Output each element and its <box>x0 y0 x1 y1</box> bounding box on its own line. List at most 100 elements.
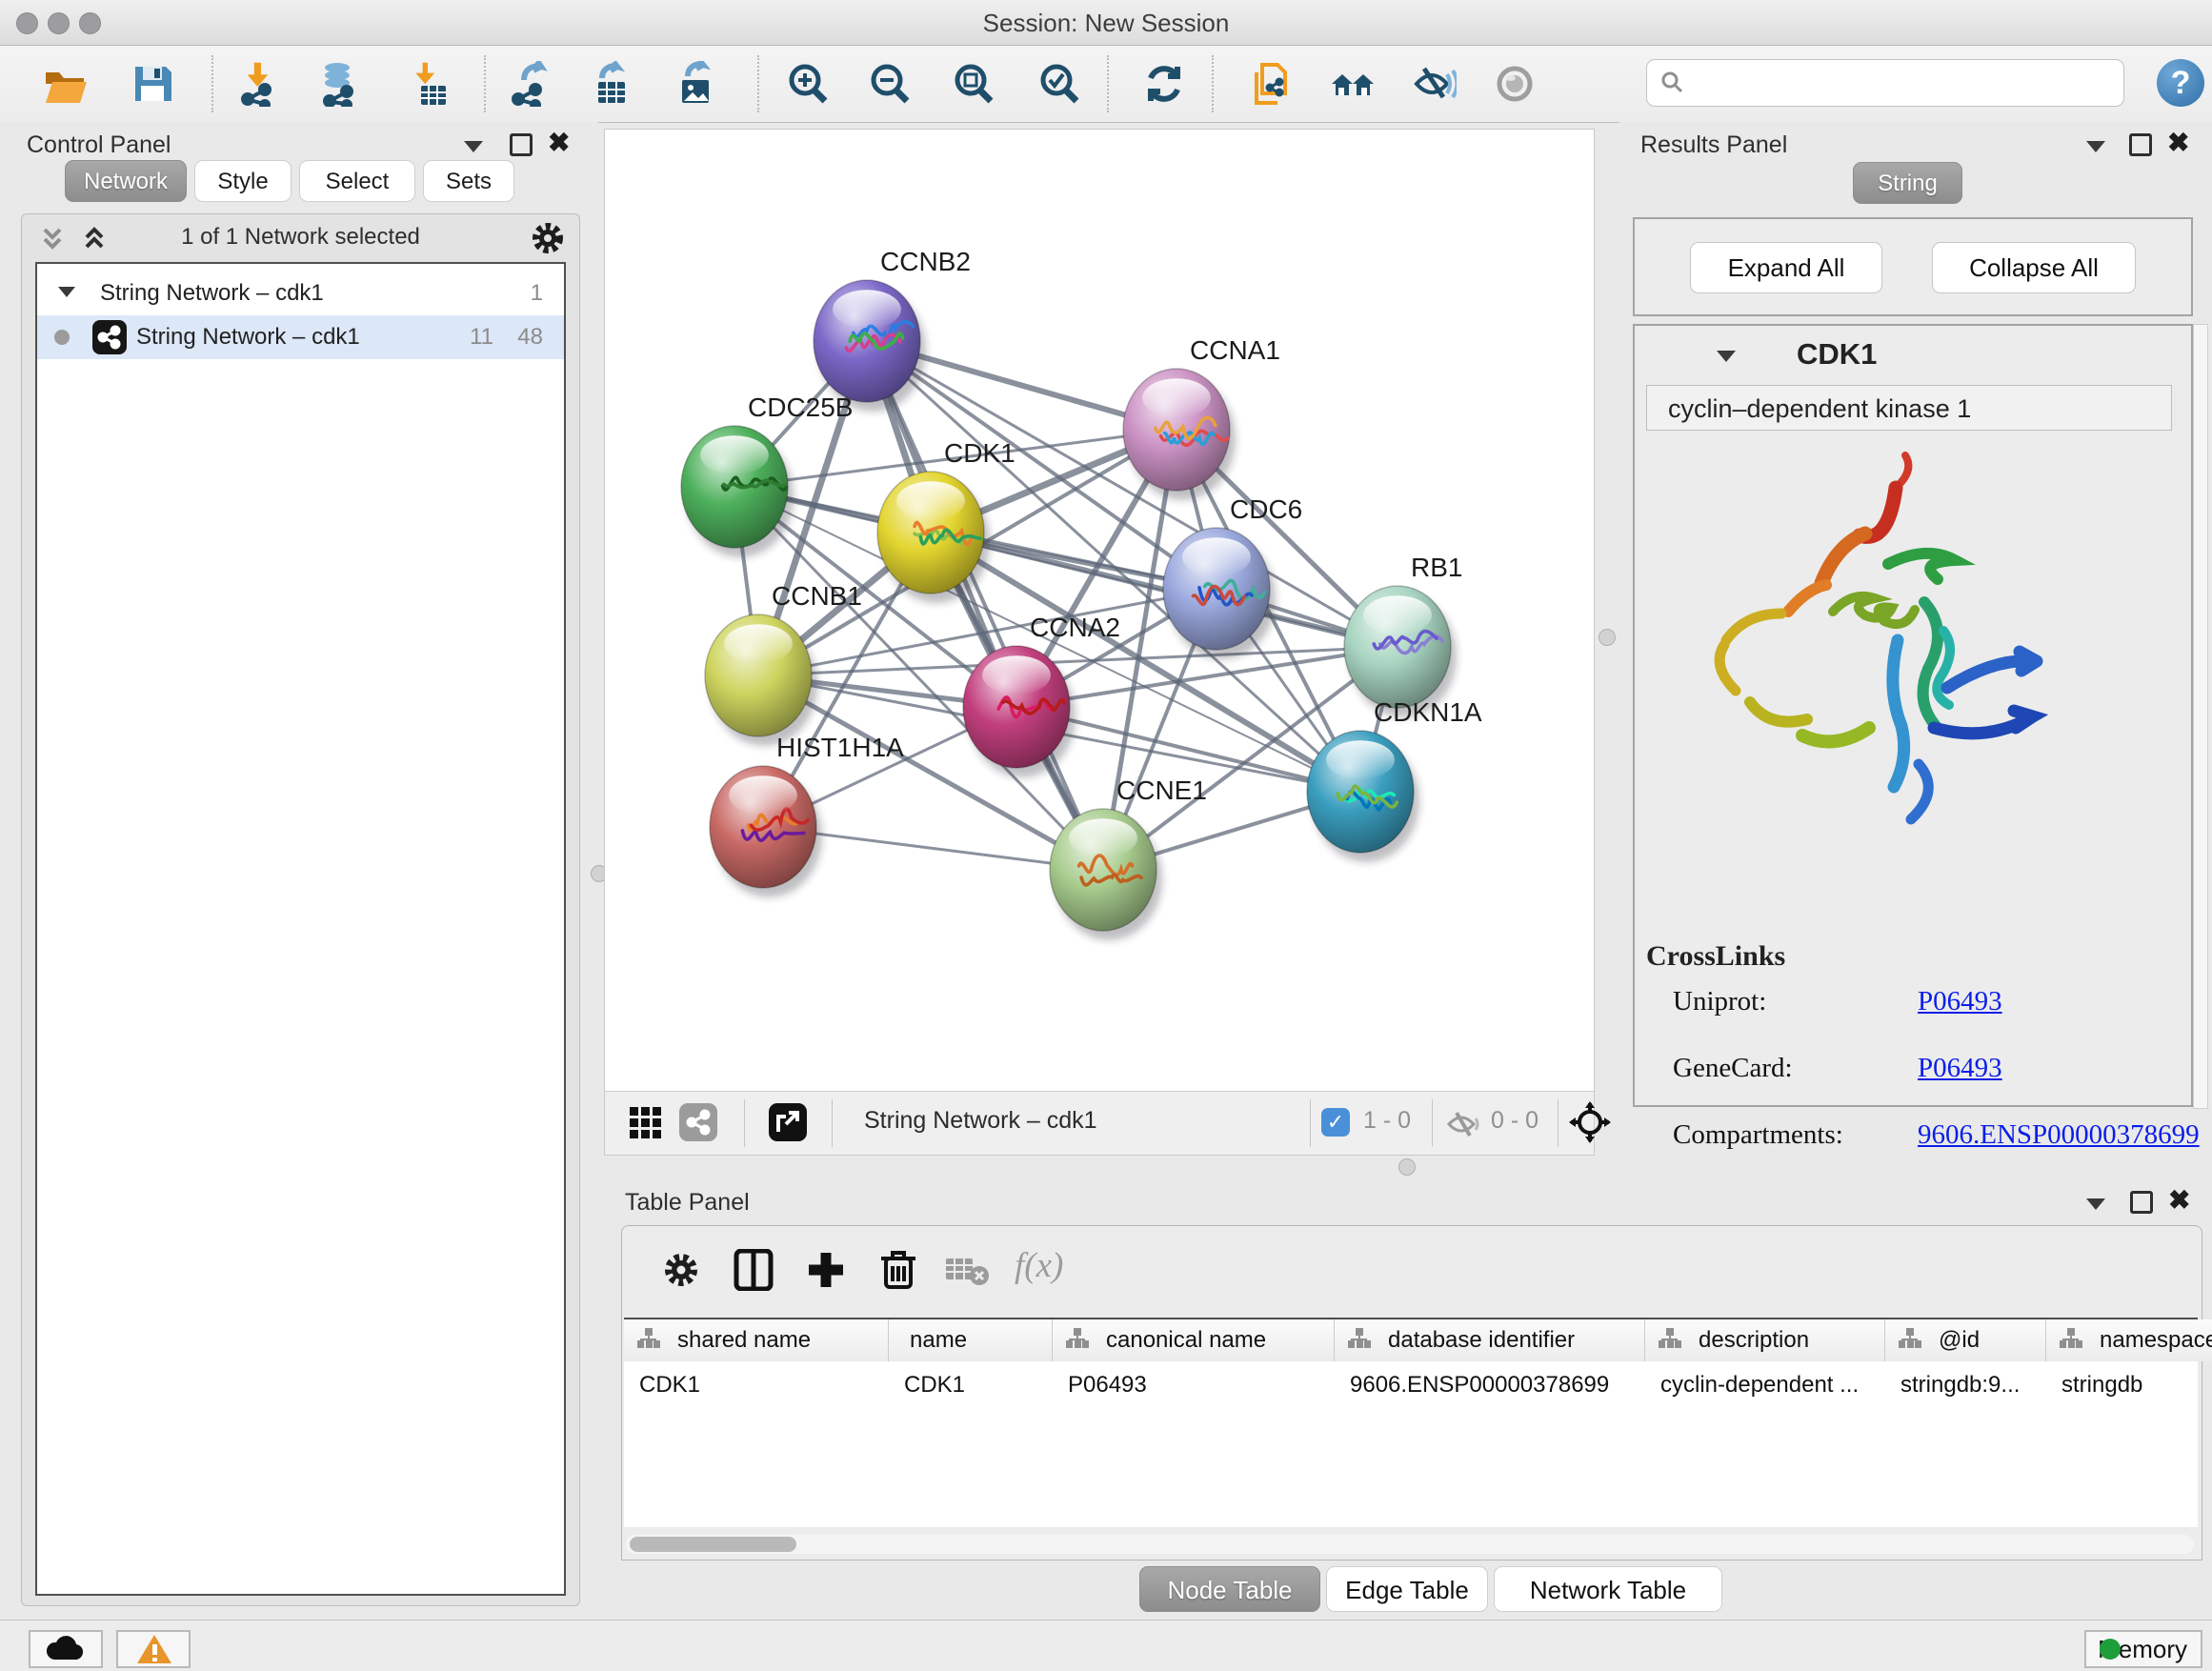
network-graph[interactable]: CCNB2CCNA1CDC25BCDK1CDC6RB1CCNB1CCNA2CDK… <box>605 130 1594 1092</box>
cloud-button[interactable] <box>29 1630 103 1668</box>
tab-node-table[interactable]: Node Table <box>1139 1566 1320 1612</box>
save-session-icon[interactable] <box>130 61 175 107</box>
zoom-in-icon[interactable] <box>785 61 831 107</box>
add-column-icon[interactable] <box>805 1249 847 1291</box>
cell-canonical-name[interactable]: P06493 <box>1053 1361 1335 1403</box>
column-header-shared-name[interactable]: shared name <box>624 1319 889 1361</box>
warning-button[interactable] <box>116 1630 191 1668</box>
expand-all-button[interactable]: Expand All <box>1690 242 1882 293</box>
tree-expand-icon[interactable] <box>58 287 75 297</box>
selected-checkbox-icon[interactable]: ✓ <box>1321 1108 1350 1137</box>
control-panel-title: Control Panel <box>27 131 171 159</box>
close-panel-icon[interactable]: ✖ <box>2168 1191 2190 1210</box>
string-view-icon[interactable] <box>679 1103 717 1141</box>
refresh-icon[interactable] <box>1141 61 1187 107</box>
float-window-icon[interactable] <box>2130 1191 2153 1214</box>
network-node-cdkn1a[interactable]: CDKN1A <box>1307 697 1482 862</box>
gear-icon[interactable] <box>662 1251 700 1289</box>
open-file-icon[interactable] <box>42 61 88 107</box>
column-header-canonical-name[interactable]: canonical name <box>1053 1319 1335 1361</box>
memory-button[interactable]: Memory <box>2084 1630 2202 1668</box>
birdseye-icon[interactable] <box>1569 1101 1611 1143</box>
network-collection-row[interactable]: String Network – cdk1 1 <box>37 272 564 315</box>
columns-icon[interactable] <box>733 1249 774 1291</box>
crosslink-link[interactable]: P06493 <box>1918 1053 2002 1084</box>
network-node-hist1h1a[interactable]: HIST1H1A <box>710 733 904 897</box>
close-panel-icon[interactable]: ✖ <box>548 133 570 152</box>
column-header--id[interactable]: @id <box>1885 1319 2046 1361</box>
horizontal-splitter-handle[interactable] <box>1398 1158 1416 1176</box>
tab-edge-table[interactable]: Edge Table <box>1326 1566 1488 1612</box>
table-horizontal-scrollbar[interactable] <box>626 1535 2194 1554</box>
column-header-database-identifier[interactable]: database identifier <box>1335 1319 1645 1361</box>
export-image-icon[interactable] <box>673 61 718 107</box>
column-header-description[interactable]: description <box>1645 1319 1885 1361</box>
panel-menu-icon[interactable] <box>464 141 483 152</box>
open-external-icon[interactable] <box>769 1103 807 1141</box>
tab-sets[interactable]: Sets <box>423 160 514 202</box>
close-panel-icon[interactable]: ✖ <box>2167 133 2189 152</box>
float-window-icon[interactable] <box>510 133 533 156</box>
node-label: CCNB2 <box>880 247 971 276</box>
cell-database-identifier[interactable]: 9606.ENSP00000378699 <box>1335 1361 1645 1403</box>
import-network-file-icon[interactable] <box>236 61 282 107</box>
hidden-counts: 0 - 0 <box>1491 1107 1538 1135</box>
toolbar-separator <box>1107 55 1109 112</box>
tab-style[interactable]: Style <box>194 160 292 202</box>
control-panel: Control Panel ✖ NetworkStyleSelectSets 1… <box>0 122 598 1618</box>
cell--id[interactable]: stringdb:9... <box>1885 1361 2046 1403</box>
delete-trash-icon[interactable] <box>879 1247 917 1291</box>
export-network-icon[interactable] <box>507 61 553 107</box>
gear-icon[interactable] <box>530 220 566 256</box>
zoom-selected-icon[interactable] <box>1036 61 1082 107</box>
tab-network[interactable]: Network <box>65 160 187 202</box>
grid-view-icon[interactable] <box>630 1107 662 1139</box>
crosslink-label: Compartments: <box>1673 1119 1843 1151</box>
tab-string[interactable]: String <box>1853 162 1962 204</box>
toolbar-separator <box>1212 55 1214 112</box>
cell-shared-name[interactable]: CDK1 <box>624 1361 889 1403</box>
network-node-cdk1[interactable]: CDK1 <box>877 438 1016 603</box>
node-label: CDK1 <box>944 438 1016 468</box>
cell-namespace[interactable]: stringdb <box>2046 1361 2212 1403</box>
import-network-database-icon[interactable] <box>316 61 362 107</box>
crosslink-link[interactable]: 9606.ENSP00000378699 <box>1918 1119 2200 1151</box>
tab-select[interactable]: Select <box>299 160 415 202</box>
toolbar-separator <box>757 55 759 112</box>
column-header-namespace[interactable]: namespace <box>2046 1319 2212 1361</box>
section-collapse-icon[interactable] <box>1717 351 1736 362</box>
network-edge[interactable] <box>867 341 1103 870</box>
node-label: CCNB1 <box>772 581 862 611</box>
export-table-icon[interactable] <box>589 61 634 107</box>
results-scrollbar[interactable] <box>2193 324 2208 1109</box>
crosslink-link[interactable]: P06493 <box>1918 986 2002 1017</box>
panel-menu-icon[interactable] <box>2086 1198 2105 1210</box>
zoom-fit-icon[interactable] <box>951 61 996 107</box>
network-node-ccna1[interactable]: CCNA1 <box>1123 335 1280 500</box>
column-header-name[interactable]: name <box>889 1319 1053 1361</box>
cell-description[interactable]: cyclin-dependent ... <box>1645 1361 1885 1403</box>
protein-structure-image <box>1698 450 2098 850</box>
node-count: 11 <box>470 315 493 359</box>
cell-name[interactable]: CDK1 <box>889 1361 1053 1403</box>
copy-network-icon[interactable] <box>1249 61 1295 107</box>
scrollbar-thumb[interactable] <box>630 1537 796 1552</box>
network-row-selected[interactable]: String Network – cdk1 11 48 <box>37 315 564 359</box>
help-icon[interactable]: ? <box>2157 59 2204 107</box>
search-field[interactable] <box>1693 64 2116 102</box>
network-view[interactable]: CCNB2CCNA1CDC25BCDK1CDC6RB1CCNB1CCNA2CDK… <box>604 129 1595 1156</box>
search-input[interactable] <box>1646 59 2124 107</box>
delete-table-icon <box>946 1253 990 1287</box>
right-splitter-handle[interactable] <box>1599 629 1616 646</box>
zoom-out-icon[interactable] <box>867 61 913 107</box>
network-node-rb1[interactable]: RB1 <box>1344 553 1462 717</box>
tab-network-table[interactable]: Network Table <box>1494 1566 1722 1612</box>
node-label: CDC6 <box>1230 494 1302 524</box>
collapse-all-button[interactable]: Collapse All <box>1932 242 2136 293</box>
panel-menu-icon[interactable] <box>2086 141 2105 152</box>
import-table-icon[interactable] <box>404 61 450 107</box>
network-manager: 1 of 1 Network selected String Network –… <box>21 213 580 1606</box>
hide-selection-icon[interactable] <box>1411 61 1457 107</box>
float-window-icon[interactable] <box>2129 133 2152 156</box>
home-networks-icon[interactable] <box>1330 61 1376 107</box>
